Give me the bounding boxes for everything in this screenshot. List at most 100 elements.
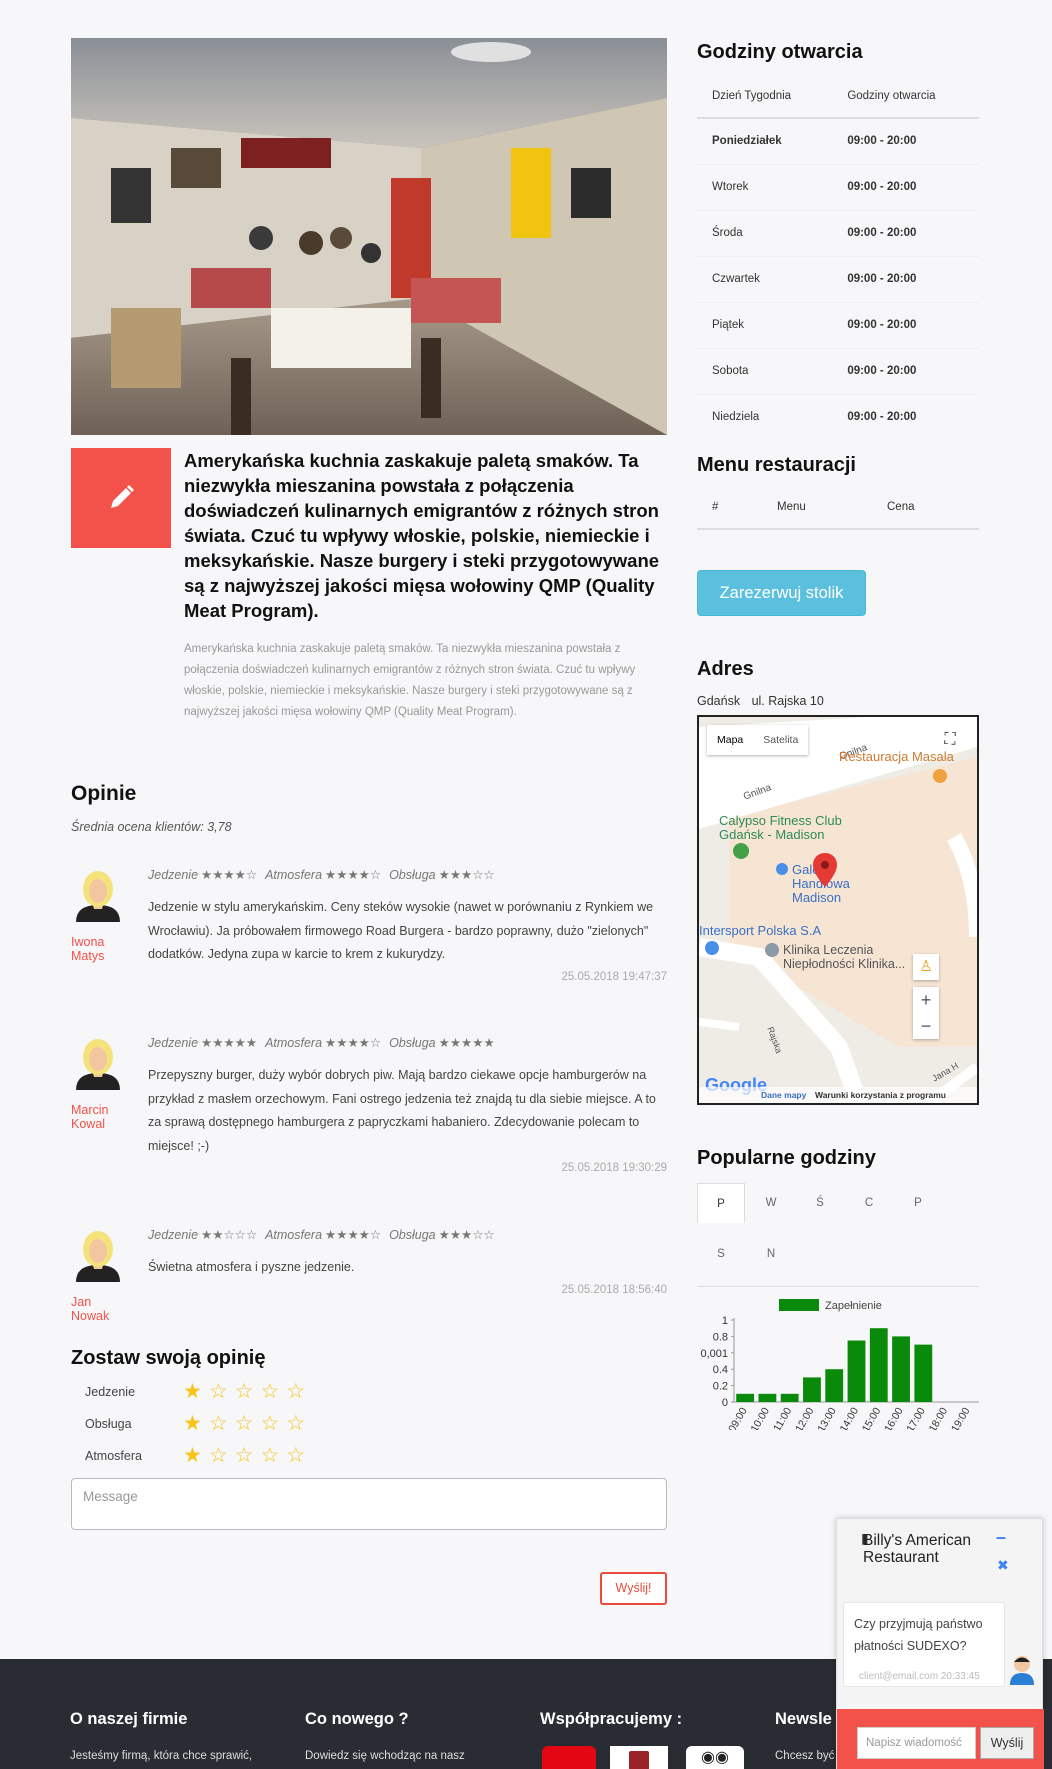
street-view-icon[interactable]: ♙ (913, 954, 939, 980)
crest-icon (629, 1751, 649, 1769)
reviewer-first-name: Iwona (71, 935, 105, 949)
address-city: Gdańsk (697, 694, 741, 708)
rate-label-service: Obsługa (85, 1417, 132, 1431)
hours-table: Dzień Tygodnia Godziny otwarcia Poniedzi… (697, 74, 979, 440)
day-tab-sat[interactable]: S (697, 1234, 745, 1274)
map-tab-satellite[interactable]: Satelita (753, 725, 808, 755)
chat-widget: ▮ Billy's American Restaurant – ✖ Czy pr… (836, 1518, 1044, 1769)
zoom-out-button[interactable]: − (913, 1013, 939, 1039)
tabs-divider (697, 1286, 979, 1287)
hours-day: Niedziela (697, 393, 833, 440)
rate-stars-food[interactable]: ★☆☆☆☆ (183, 1381, 312, 1402)
shopping-pin-icon[interactable] (776, 863, 788, 875)
address-title: Adres (697, 658, 754, 680)
y-tick-label: 0 (722, 1397, 728, 1409)
chat-close-button[interactable]: ✖ (997, 1557, 1009, 1574)
hours-row: Poniedziałek 09:00 - 20:00 (697, 118, 979, 164)
review-ratings: Jedzenie ★★★★☆ Atmosfera ★★★★☆ Obsługa ★★★☆☆ (148, 867, 667, 889)
rate-stars-atmosphere[interactable]: ★☆☆☆☆ (183, 1445, 312, 1466)
reviewer-first-name: Jan (71, 1295, 92, 1309)
rate-label-food: Jedzenie (85, 1385, 136, 1399)
map-place-masala[interactable]: Restauracja Masala (839, 749, 977, 764)
bar (892, 1336, 910, 1402)
fitness-pin-icon[interactable] (733, 843, 749, 859)
hours-value: 09:00 - 20:00 (832, 347, 979, 394)
rating-label-atmosphere: Atmosfera (265, 1228, 323, 1242)
map-place-calypso[interactable]: Calypso Fitness Club Gdańsk - Madison (719, 814, 869, 842)
chat-message-meta: client@email.com 20:33:45 (859, 1671, 980, 1682)
chat-input-bar: Napisz wiadomość Wyślij (837, 1709, 1044, 1769)
message-textarea[interactable]: Message (71, 1478, 667, 1530)
location-pin-icon[interactable] (813, 853, 837, 887)
popular-title: Popularne godziny (697, 1147, 876, 1169)
review-date: 25.05.2018 19:47:37 (561, 970, 667, 983)
chat-minimize-button[interactable]: – (996, 1527, 1006, 1548)
day-tab-sun[interactable]: N (747, 1234, 795, 1274)
rating-label-food: Jedzenie (148, 1228, 199, 1242)
restaurant-pin-icon[interactable] (933, 769, 947, 783)
day-tab-tue[interactable]: W (747, 1183, 795, 1223)
x-tick-label: 09:00 (726, 1405, 750, 1430)
zoom-control: + − (913, 987, 939, 1039)
rating-label-atmosphere: Atmosfera (265, 1036, 323, 1050)
tripadvisor-icon[interactable]: ◉◉ (686, 1746, 744, 1769)
rating-label-food: Jedzenie (148, 1036, 199, 1050)
partner-logo-crest[interactable] (610, 1746, 668, 1769)
reviewer-first-name: Marcin (71, 1103, 109, 1117)
hours-day: Sobota (697, 347, 833, 394)
map-place-clinic[interactable]: Klinika Leczenia Niepłodności Klinika... (783, 943, 918, 971)
bar (825, 1369, 844, 1402)
y-tick-label: 0.4 (713, 1364, 728, 1376)
map-place-madison[interactable]: Galeria Handlowa Madison (792, 863, 892, 905)
x-tick-label: 18:00 (927, 1405, 951, 1430)
footer-news-text: Dowiedz się wchodząc na nasz (305, 1750, 465, 1762)
rating-label-atmosphere: Atmosfera (265, 868, 323, 882)
address-line: Gdańsk ul. Rajska 10 (697, 694, 824, 708)
legend-label: Zapełnienie (825, 1300, 882, 1312)
menu-table: # Menu Cena (697, 485, 979, 530)
day-tab-mon[interactable]: P (697, 1183, 745, 1223)
legend-swatch (779, 1299, 819, 1311)
review-ratings: Jedzenie ★★☆☆☆ Atmosfera ★★★★☆ Obsługa ★★★☆☆ (148, 1227, 667, 1249)
address-street: ul. Rajska 10 (751, 694, 824, 708)
reserve-table-button[interactable]: Zarezerwuj stolik (697, 570, 866, 616)
map-tab-map[interactable]: Mapa (707, 725, 753, 755)
hours-day: Środa (697, 209, 833, 256)
pencil-icon (111, 485, 134, 508)
sport-pin-icon[interactable] (705, 941, 719, 955)
intro-section: Amerykańska kuchnia zaskakuje paletą sma… (71, 448, 667, 723)
chat-message-input[interactable]: Napisz wiadomość (857, 1727, 976, 1759)
map-widget[interactable]: Mapa Satelita ⛶ Gnilna Restauracja Masal… (697, 715, 979, 1105)
rating-stars-atmosphere: ★★★★☆ (325, 1036, 382, 1050)
review-text: Jedzenie w stylu amerykańskim. Ceny stek… (148, 900, 654, 961)
rate-stars-service[interactable]: ★☆☆☆☆ (183, 1413, 312, 1434)
hours-value: 09:00 - 20:00 (832, 255, 979, 302)
clinic-pin-icon[interactable] (765, 943, 779, 957)
day-tab-fri[interactable]: P (894, 1183, 942, 1223)
pencil-icon-box (71, 448, 171, 548)
partner-logo-red[interactable] (542, 1746, 596, 1769)
map-place-intersport[interactable]: Intersport Polska S.A (699, 923, 821, 938)
chat-send-button[interactable]: Wyślij (980, 1727, 1034, 1759)
rating-stars-food: ★★☆☆☆ (201, 1228, 258, 1242)
rating-label-service: Obsługa (389, 868, 436, 882)
x-tick-label: 15:00 (860, 1405, 884, 1430)
menu-col-num: # (697, 485, 762, 530)
hours-row: Środa 09:00 - 20:00 (697, 209, 979, 256)
day-tab-thu[interactable]: C (845, 1183, 893, 1223)
zoom-in-button[interactable]: + (913, 987, 939, 1013)
bar (914, 1344, 933, 1402)
y-tick-label: 1 (722, 1315, 728, 1327)
map-terms-link[interactable]: Warunki korzystania z programu (815, 1090, 946, 1100)
send-review-button[interactable]: Wyślij! (600, 1572, 667, 1605)
reviewer-last-name: Kowal (71, 1117, 106, 1131)
reviewer-last-name: Matys (71, 949, 105, 963)
review-date: 25.05.2018 18:56:40 (561, 1283, 667, 1296)
map-type-control: Mapa Satelita (707, 725, 809, 755)
leave-review-title: Zostaw swoją opinię (71, 1347, 266, 1369)
map-data-link[interactable]: Dane mapy (761, 1090, 806, 1100)
review-text: Przepyszny burger, duży wybór dobrych pi… (148, 1068, 656, 1153)
x-tick-label: 13:00 (815, 1405, 839, 1430)
day-tab-wed[interactable]: Ś (796, 1183, 844, 1223)
x-tick-label: 14:00 (838, 1405, 862, 1430)
